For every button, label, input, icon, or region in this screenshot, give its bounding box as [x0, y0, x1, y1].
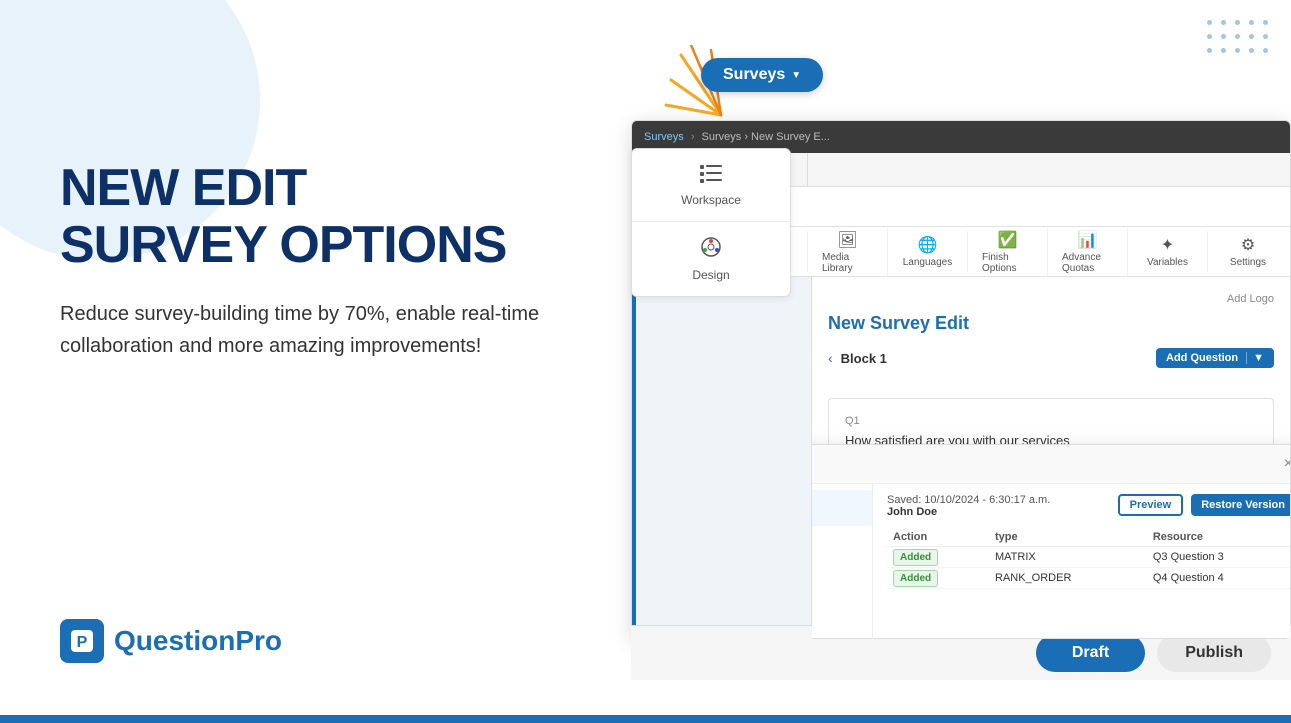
- toolbar-finish-label: Finish Options: [982, 252, 1033, 274]
- version-info: 10/10/2024 - 6:28:08 a.m. John Doe: [812, 604, 860, 627]
- restore-version-button[interactable]: Restore Version: [1191, 494, 1290, 516]
- col-type: type: [989, 528, 1147, 547]
- sidebar-accent: [632, 277, 636, 639]
- design-panel-item[interactable]: Design: [632, 222, 790, 296]
- row-type: RANK_ORDER: [989, 568, 1147, 589]
- version-user: John Doe: [812, 507, 860, 519]
- survey-title: New Survey Edit: [828, 313, 1274, 334]
- workspace-design-panel: Workspace Design: [631, 148, 791, 297]
- bottom-bar: [0, 715, 1291, 723]
- block-arrow: ‹: [828, 350, 833, 366]
- workspace-label: Workspace: [681, 193, 741, 207]
- versions-body: J 10/10/2024 - 6:30:32 a.m. John Doe J 1…: [812, 484, 1290, 639]
- toolbar-media-label: Media Library: [822, 252, 873, 274]
- toolbar-languages-label: Languages: [903, 257, 953, 268]
- toolbar-finish-icon: ✅: [998, 230, 1018, 250]
- version-info: 10/10/2024 - 6:30:17 a.m. John Doe: [812, 568, 860, 591]
- design-label: Design: [692, 268, 729, 282]
- version-date: 10/10/2024 - 6:28:08 a.m.: [812, 604, 860, 615]
- block-header: ‹ Block 1 Add Question ▼: [828, 348, 1274, 368]
- version-user: John Doe: [812, 615, 860, 627]
- version-date: 10/10/2024 - 6:30:17 a.m.: [812, 568, 860, 579]
- versions-detail-header: Saved: 10/10/2024 - 6:30:17 a.m. John Do…: [887, 494, 1290, 518]
- detail-actions: Preview Restore Version: [1118, 494, 1290, 516]
- toolbar-quotas-label: Advance Quotas: [1062, 252, 1113, 274]
- detail-saved: Saved: 10/10/2024 - 6:30:17 a.m.: [887, 494, 1050, 506]
- toolbar-media-icon: 🖼: [837, 230, 857, 250]
- row-action: Added: [887, 547, 989, 568]
- table-row: Added MATRIX Q3 Question 3: [887, 547, 1290, 568]
- col-action: Action: [887, 528, 989, 547]
- versions-header: Survey Versions ×: [812, 445, 1290, 484]
- row-type: MATRIX: [989, 547, 1147, 568]
- version-item[interactable]: J 10/10/2024 - 6:30:32 a.m. John Doe: [812, 490, 872, 526]
- versions-dialog: Survey Versions × J 10/10/2024 - 6:30:32…: [812, 444, 1290, 639]
- version-item[interactable]: J 10/10/2024 - 6:30:17 a.m. John Doe: [812, 562, 872, 598]
- preview-button[interactable]: Preview: [1118, 494, 1184, 516]
- version-user: John Doe: [812, 543, 860, 555]
- toolbar-settings[interactable]: ⚙ Settings: [1208, 231, 1288, 272]
- version-item[interactable]: J 10/10/2024 - 6:28:08 a.m. John Doe: [812, 598, 872, 634]
- survey-canvas: Add Logo New Survey Edit ‹ Block 1 Add Q…: [812, 277, 1290, 639]
- toolbar-variables-icon: ✦: [1161, 235, 1174, 255]
- design-icon: [700, 236, 722, 264]
- survey-sidebar: [632, 277, 812, 639]
- toolbar-languages-icon: 🌐: [918, 235, 938, 255]
- toolbar-settings-icon: ⚙: [1241, 235, 1255, 255]
- toolbar-settings-label: Settings: [1230, 257, 1266, 268]
- row-action: Added: [887, 568, 989, 589]
- version-date: 10/10/2024 - 6:30:32 a.m.: [812, 496, 860, 507]
- publish-button[interactable]: Publish: [1157, 634, 1271, 672]
- version-item[interactable]: J 10/10/2024 - 6:25:49 a.m. John Doe: [812, 634, 872, 639]
- version-info: 10/10/2024 - 6:30:32 a.m. John Doe: [812, 496, 860, 519]
- toolbar-quotas[interactable]: 📊 Advance Quotas: [1048, 226, 1128, 278]
- toolbar-languages[interactable]: 🌐 Languages: [888, 231, 968, 272]
- main-content: Add Logo New Survey Edit ‹ Block 1 Add Q…: [632, 277, 1290, 639]
- headline: NEW EDIT SURVEY OPTIONS: [60, 160, 600, 274]
- toolbar-finish[interactable]: ✅ Finish Options: [968, 226, 1048, 278]
- toolbar-quotas-icon: 📊: [1078, 230, 1098, 250]
- logo-icon: P: [60, 619, 104, 663]
- surveys-pill-label[interactable]: Surveys: [701, 58, 823, 92]
- add-question-button[interactable]: Add Question ▼: [1156, 348, 1274, 368]
- version-date: 10/10/2024 - 6:30:22 a.m.: [812, 532, 860, 543]
- right-mockup: Surveys Workspace: [611, 40, 1291, 680]
- svg-text:P: P: [77, 634, 88, 651]
- detail-user: John Doe: [887, 506, 1050, 518]
- subtext: Reduce survey-building time by 70%, enab…: [60, 298, 600, 362]
- version-item[interactable]: J 10/10/2024 - 6:30:22 a.m. John Doe: [812, 526, 872, 562]
- versions-detail: Saved: 10/10/2024 - 6:30:17 a.m. John Do…: [873, 484, 1290, 639]
- workspace-panel-item[interactable]: Workspace: [632, 149, 790, 222]
- surveys-bubble[interactable]: Surveys: [701, 58, 823, 92]
- draft-button[interactable]: Draft: [1036, 634, 1145, 672]
- add-logo-link[interactable]: Add Logo: [828, 293, 1274, 305]
- version-info: 10/10/2024 - 6:30:22 a.m. John Doe: [812, 532, 860, 555]
- col-resource: Resource: [1147, 528, 1290, 547]
- row-resource: Q3 Question 3: [1147, 547, 1290, 568]
- toolbar-variables-label: Variables: [1147, 257, 1188, 268]
- versions-close-button[interactable]: ×: [1284, 455, 1290, 473]
- toolbar-variables[interactable]: ✦ Variables: [1128, 231, 1208, 272]
- block-title: Block 1: [841, 351, 887, 366]
- version-user: John Doe: [812, 579, 860, 591]
- logo-text: QuestionPro: [114, 625, 282, 657]
- left-content: NEW EDIT SURVEY OPTIONS Reduce survey-bu…: [60, 160, 600, 412]
- changes-table: Action type Resource Added MATRIX: [887, 528, 1290, 589]
- question-num: Q1: [845, 415, 1257, 427]
- row-resource: Q4 Question 4: [1147, 568, 1290, 589]
- logo: P QuestionPro: [60, 619, 282, 663]
- toolbar-media[interactable]: 🖼 Media Library: [808, 226, 888, 278]
- workspace-icon: [700, 163, 722, 189]
- versions-list: J 10/10/2024 - 6:30:32 a.m. John Doe J 1…: [812, 484, 873, 639]
- table-row: Added RANK_ORDER Q4 Question 4: [887, 568, 1290, 589]
- detail-meta: Saved: 10/10/2024 - 6:30:17 a.m. John Do…: [887, 494, 1050, 518]
- breadcrumb: Surveys › Surveys › New Survey E...: [644, 131, 1278, 143]
